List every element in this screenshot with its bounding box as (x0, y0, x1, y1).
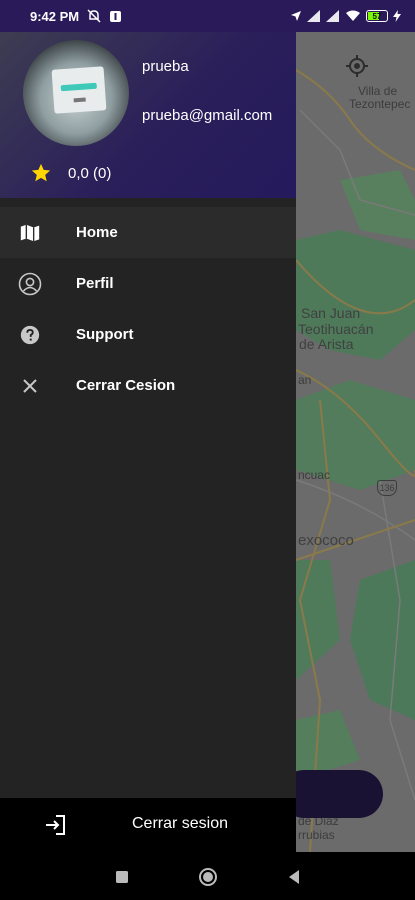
battery-level: 57 (372, 11, 382, 21)
menu-item-support[interactable]: Support (0, 309, 296, 360)
person-icon (18, 272, 42, 295)
menu-item-cerrar-cesion[interactable]: Cerrar Cesion (0, 360, 296, 411)
map-label-an: an (298, 373, 312, 387)
map-label-ncuac: ncuac (298, 468, 331, 482)
circle-icon (199, 868, 217, 886)
menu-item-label: Home (76, 224, 118, 241)
map-label-villa: Villa de (358, 84, 398, 98)
location-arrow-icon (291, 11, 301, 21)
system-nav-bar (0, 852, 415, 900)
drawer-header: prueba prueba@gmail.com 0,0 (0) (0, 32, 296, 198)
drawer-menu: Home Perfil Support Cerrar Cesion (0, 207, 296, 411)
rating: 0,0 (0) (30, 162, 111, 184)
back-triangle-icon (289, 870, 299, 884)
battery-icon: 57 (366, 10, 388, 22)
profile-email: prueba@gmail.com (142, 107, 273, 124)
logout-button[interactable]: Cerrar sesion (0, 798, 296, 852)
signal-secondary-icon (326, 10, 339, 22)
crosshair-icon (346, 55, 368, 77)
menu-item-label: Support (76, 326, 134, 343)
map-icon (20, 224, 40, 241)
map-label-teotihuacan: Teotihuacán (298, 321, 374, 337)
wifi-icon (346, 10, 360, 21)
menu-item-label: Perfil (76, 275, 114, 292)
avatar-photo (51, 66, 107, 114)
logout-icon (46, 815, 65, 835)
map-label-tezontepec: Tezontepec (349, 97, 411, 111)
route-number: 136 (379, 483, 395, 493)
map-label-san-juan: San Juan (301, 305, 361, 321)
profile-name: prueba (142, 58, 189, 75)
recents-button[interactable] (111, 866, 133, 888)
status-time: 9:42 PM (30, 8, 80, 24)
menu-item-label: Cerrar Cesion (76, 377, 176, 394)
route-shield: 136 (377, 480, 397, 496)
star-icon (31, 163, 51, 182)
status-bar: 9:42 PM 57 (0, 0, 415, 32)
signal-icon (307, 10, 320, 22)
logout-label: Cerrar sesion (132, 815, 229, 832)
map-label-de-arista: de Arista (299, 336, 354, 352)
rating-value: 0,0 (0) (68, 164, 112, 182)
map-label-rrubias: rrubias (298, 828, 335, 842)
avatar[interactable] (23, 40, 129, 146)
close-icon (23, 378, 37, 393)
menu-item-home[interactable]: Home (0, 207, 296, 258)
menu-item-perfil[interactable]: Perfil (0, 258, 296, 309)
charging-icon (393, 10, 401, 22)
home-button[interactable] (197, 866, 219, 888)
square-icon (116, 871, 128, 883)
map-label-texcoco: exococo (298, 532, 354, 549)
help-icon (20, 325, 40, 344)
notification-box-icon (110, 10, 122, 22)
my-location-button[interactable] (345, 54, 375, 84)
back-button[interactable] (283, 866, 305, 888)
notifications-off-icon (87, 9, 101, 23)
navigation-drawer: prueba prueba@gmail.com 0,0 (0) Home Per… (0, 32, 296, 852)
